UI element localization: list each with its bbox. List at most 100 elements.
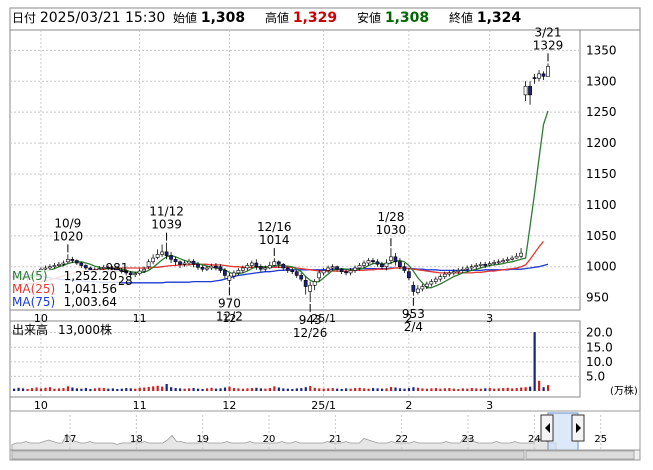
candle-body	[240, 267, 245, 271]
volume-bar	[470, 388, 473, 391]
candle-body	[537, 73, 541, 79]
legend-series-name: MA(75)	[12, 295, 55, 309]
candle-body	[523, 85, 528, 96]
volume-bar	[340, 388, 343, 391]
volume-bar	[71, 387, 74, 391]
volume-bar	[367, 388, 370, 391]
navigator-year-label: 25	[594, 434, 607, 445]
navigator-year-label: 21	[329, 434, 342, 445]
volume-bar	[39, 388, 43, 391]
volume-bar	[35, 387, 38, 391]
legend-series-value: 1,041.56	[64, 282, 117, 296]
candle-body	[344, 271, 348, 274]
candle-body	[335, 266, 339, 270]
volume-bar	[44, 387, 47, 391]
volume-bar	[237, 388, 240, 391]
candle-body	[299, 275, 304, 280]
volume-x-tick-label: 3	[486, 399, 493, 412]
volume-bar	[98, 387, 101, 391]
candle-body	[366, 260, 371, 264]
volume-bar	[394, 387, 397, 391]
volume-bar	[542, 387, 545, 391]
candle-body	[496, 261, 501, 264]
candle-body	[532, 77, 537, 79]
candle-body	[290, 270, 295, 272]
annotation-date: 12/2	[216, 309, 243, 323]
volume-bar	[524, 387, 527, 391]
volume-bar	[452, 388, 455, 391]
annotation-date: 12/16	[257, 220, 292, 234]
volume-bar	[134, 388, 137, 391]
candle-body	[384, 262, 389, 268]
annotation-date: 1/28	[377, 210, 404, 224]
price-tick-label: 1350	[586, 43, 617, 57]
candle-body	[447, 272, 452, 275]
candle-body	[312, 281, 317, 286]
volume-bar	[111, 388, 114, 391]
volume-bar	[412, 387, 415, 391]
volume-bar	[385, 388, 388, 391]
candle-body	[339, 268, 344, 272]
volume-value-label: 13,000株	[58, 322, 112, 337]
candle-body	[196, 263, 200, 268]
volume-bar	[318, 388, 321, 391]
volume-bar	[120, 388, 123, 391]
volume-bar	[165, 384, 168, 391]
annotation-value: 1039	[151, 218, 182, 232]
volume-bar	[547, 385, 550, 391]
volume-bar	[228, 386, 231, 391]
candle-body	[375, 261, 380, 265]
volume-bar	[62, 388, 65, 391]
volume-bar	[188, 388, 191, 391]
volume-bar	[434, 388, 438, 391]
volume-bar	[201, 388, 204, 391]
price-x-tick-label: 11	[133, 312, 147, 325]
candle-body	[187, 260, 191, 264]
candle-body	[142, 268, 147, 272]
navigator-scrollbar-right[interactable]	[525, 450, 635, 460]
candle-body	[276, 261, 281, 265]
price-tick-label: 950	[586, 291, 609, 305]
candle-body	[474, 265, 479, 268]
candle-body	[263, 267, 268, 270]
volume-bar	[529, 386, 532, 391]
candle-body	[402, 266, 407, 271]
candle-body	[483, 263, 488, 266]
candle-body	[169, 255, 173, 260]
candle-body	[353, 267, 357, 271]
candle-body	[308, 284, 313, 292]
volume-bar	[443, 388, 446, 391]
volume-bar	[232, 388, 236, 391]
candle-body	[415, 288, 420, 293]
candle-body	[79, 262, 84, 266]
volume-bar	[26, 388, 29, 391]
volume-bar	[425, 388, 429, 391]
volume-bar	[277, 387, 280, 391]
candle-body	[178, 261, 182, 265]
candle-body	[469, 266, 474, 269]
volume-bar	[259, 388, 263, 391]
candle-body	[407, 271, 411, 279]
navigator-scrollbar-thumb[interactable]	[11, 450, 525, 460]
navigator-year-label: 24	[528, 434, 541, 445]
candle-body	[487, 263, 492, 266]
volume-bar	[223, 387, 227, 391]
volume-bar	[363, 388, 366, 391]
price-tick-label: 1250	[586, 105, 617, 119]
volume-bar	[156, 385, 159, 391]
candle-body	[155, 254, 160, 258]
volume-x-tick-label: 12	[222, 399, 236, 412]
candle-body	[236, 270, 241, 274]
candle-body	[164, 251, 169, 256]
candle-body	[546, 66, 550, 77]
volume-bar	[479, 388, 482, 391]
volume-bar	[21, 388, 25, 391]
candle-body	[460, 268, 465, 271]
partial-annotation-date: 28	[117, 274, 132, 288]
volume-bar	[170, 387, 173, 391]
candle-body	[83, 265, 88, 269]
price-tick-label: 1050	[586, 229, 617, 243]
candle-body	[519, 252, 523, 257]
volume-bar	[371, 388, 375, 391]
candle-body	[258, 266, 263, 270]
